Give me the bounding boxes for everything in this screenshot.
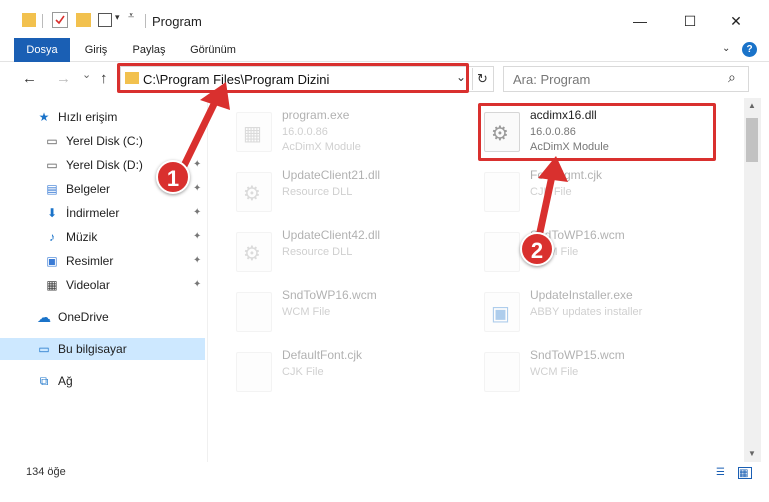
close-button[interactable]: ✕	[716, 6, 756, 36]
network-icon: ⧉	[39, 374, 49, 388]
scroll-down-icon[interactable]: ▼	[748, 449, 756, 458]
refresh-button[interactable]: ↻	[472, 68, 492, 90]
cloud-icon: ☁	[37, 309, 51, 325]
sidebar-item-videos[interactable]: ▦ Videolar ✦	[0, 274, 205, 296]
tab-view[interactable]: Görünüm	[182, 38, 244, 62]
list-item[interactable]: FontMgmt.cjk CJK File	[484, 168, 714, 224]
customize-qa-icon[interactable]: ▾	[115, 12, 120, 23]
recent-locations-button[interactable]: ⌄	[82, 68, 91, 81]
forward-button[interactable]: →	[56, 70, 71, 87]
download-icon: ⬇	[46, 206, 58, 220]
status-bar	[0, 462, 769, 502]
drive-icon: ▭	[46, 134, 58, 148]
search-input[interactable]: Ara: Program	[513, 72, 590, 87]
computer-icon: ▭	[38, 342, 50, 356]
list-item[interactable]: ⚙ UpdateClient42.dll Resource DLL	[236, 228, 466, 284]
drive-icon: ▭	[46, 158, 58, 172]
scroll-up-icon[interactable]: ▲	[748, 101, 756, 110]
ribbon-tabs: Dosya Giriş Paylaş Görünüm ⌄ ?	[0, 38, 769, 62]
step-badge-1: 1	[156, 160, 190, 194]
tab-file[interactable]: Dosya	[14, 38, 70, 62]
title-bar: ▾ ⩡ Program — ☐ ✕	[0, 0, 769, 40]
search-icon[interactable]: ⌕	[728, 69, 736, 86]
list-item[interactable]: DefaultFont.cjk CJK File	[236, 348, 466, 404]
sidebar-item-this-pc[interactable]: ▭ Bu bilgisayar	[0, 338, 205, 360]
file-icon	[236, 352, 272, 392]
new-folder-icon[interactable]	[76, 13, 91, 27]
pin-icon[interactable]: ✦	[193, 250, 201, 272]
chevron-down-icon[interactable]: ⩡	[128, 10, 134, 23]
file-icon	[236, 292, 272, 332]
star-icon: ★	[38, 110, 50, 124]
scrollbar-thumb[interactable]	[746, 118, 758, 162]
dll-gear-icon: ⚙	[236, 232, 272, 272]
tab-share[interactable]: Paylaş	[124, 38, 174, 62]
properties-icon[interactable]	[52, 12, 68, 28]
pin-icon[interactable]: ✦	[193, 226, 201, 248]
large-icons-view-icon[interactable]: ▦	[738, 467, 752, 479]
videos-icon: ▦	[46, 278, 58, 292]
window-title: Program	[152, 14, 202, 29]
sidebar-item-onedrive[interactable]: ☁ OneDrive	[0, 306, 205, 328]
list-item[interactable]: SndToWP15.wcm WCM File	[484, 348, 714, 404]
installer-icon: ▣	[484, 292, 520, 332]
sidebar-item-music[interactable]: ♪ Müzik ✦	[0, 226, 205, 248]
item-count: 134 öğe	[26, 466, 66, 478]
details-view-icon[interactable]: ☰	[716, 467, 730, 479]
up-button[interactable]: ↑	[100, 70, 108, 87]
pictures-icon: ▣	[46, 254, 58, 268]
list-item[interactable]: SndToWP16.wcm WCM File	[236, 288, 466, 344]
minimize-button[interactable]: —	[620, 6, 660, 36]
list-item[interactable]: ▣ UpdateInstaller.exe ABBY updates insta…	[484, 288, 714, 344]
file-icon	[484, 172, 520, 212]
step-badge-2: 2	[520, 232, 554, 266]
maximize-button[interactable]: ☐	[670, 6, 710, 36]
list-item[interactable]: ⚙ UpdateClient21.dll Resource DLL	[236, 168, 466, 224]
help-icon[interactable]: ?	[742, 42, 757, 57]
view-options-icon[interactable]	[98, 13, 112, 27]
pin-icon[interactable]: ✦	[193, 274, 201, 296]
music-icon: ♪	[49, 230, 55, 244]
sidebar-item-network[interactable]: ⧉ Ağ	[0, 370, 205, 392]
list-item[interactable]: ▦ program.exe 16.0.0.86 AcDimX Module	[236, 108, 466, 164]
file-icon	[484, 232, 520, 272]
sidebar-item-pictures[interactable]: ▣ Resimler ✦	[0, 250, 205, 272]
tab-home[interactable]: Giriş	[74, 38, 118, 62]
expand-ribbon-icon[interactable]: ⌄	[722, 43, 730, 54]
folder-icon	[22, 13, 36, 27]
list-item[interactable]: SndToWP16.wcm WCM File	[484, 228, 714, 284]
documents-icon: ▤	[46, 182, 58, 196]
file-highlight-box	[478, 103, 716, 161]
back-button[interactable]: ←	[22, 70, 37, 87]
file-icon	[484, 352, 520, 392]
